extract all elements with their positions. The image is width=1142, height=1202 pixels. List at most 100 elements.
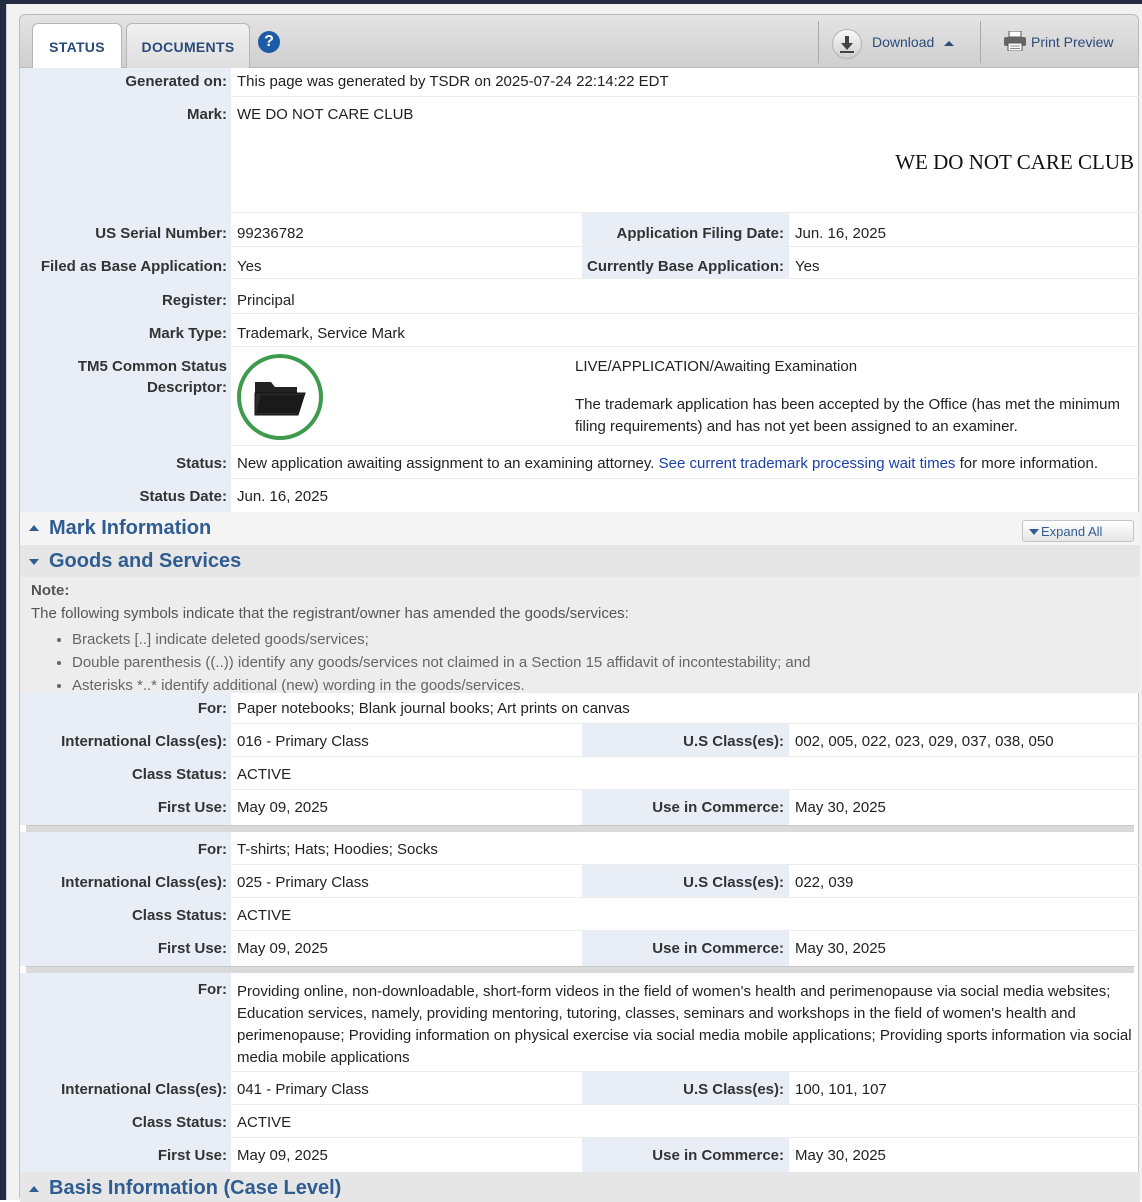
intl-class-label: International Class(es): bbox=[61, 1081, 227, 1098]
use-in-commerce-label: Use in Commerce: bbox=[652, 940, 784, 957]
folder-icon bbox=[237, 354, 323, 440]
register-value: Principal bbox=[237, 292, 295, 309]
row-divider bbox=[231, 1104, 1140, 1105]
mark-drawing-image: WE DO NOT CARE CLUB bbox=[895, 149, 1134, 174]
goods-description: Paper notebooks; Blank journal books; Ar… bbox=[237, 700, 630, 717]
download-icon[interactable] bbox=[832, 29, 862, 59]
tm5-label-line2: Descriptor: bbox=[146, 379, 227, 396]
mark-type-value: Trademark, Service Mark bbox=[237, 325, 405, 342]
current-base-value: Yes bbox=[795, 258, 820, 275]
generated-on-label: Generated on: bbox=[125, 73, 227, 90]
serial-number-value: 99236782 bbox=[237, 225, 304, 242]
mark-information-title: Mark Information bbox=[49, 517, 212, 539]
tab-status[interactable]: STATUS bbox=[32, 23, 122, 69]
note-intro: The following symbols indicate that the … bbox=[31, 605, 629, 622]
status-text: New application awaiting assignment to a… bbox=[237, 455, 655, 472]
row-divider bbox=[231, 346, 1140, 347]
for-label: For: bbox=[197, 981, 227, 998]
intl-class-value: 025 - Primary Class bbox=[237, 874, 369, 891]
collapse-arrow-icon bbox=[29, 1186, 39, 1192]
row-divider bbox=[231, 864, 1140, 865]
tm5-label-line1: TM5 Common Status bbox=[77, 358, 227, 375]
filing-date-label: Application Filing Date: bbox=[616, 225, 785, 242]
download-arrow-icon bbox=[840, 36, 854, 53]
goods-separator bbox=[26, 825, 1134, 832]
row-divider bbox=[231, 96, 1140, 97]
mark-information-header[interactable]: Mark Information bbox=[20, 512, 1140, 545]
for-label: For: bbox=[197, 841, 227, 858]
goods-description: Providing online, non-downloadable, shor… bbox=[237, 983, 1132, 1066]
class-status-value: ACTIVE bbox=[237, 766, 292, 783]
goods-note: Note: The following symbols indicate tha… bbox=[20, 577, 1140, 694]
goods-separator bbox=[26, 966, 1134, 973]
status-date-label: Status Date: bbox=[139, 488, 227, 505]
filed-base-label: Filed as Base Application: bbox=[40, 258, 227, 275]
help-icon[interactable]: ? bbox=[258, 31, 280, 53]
use-in-commerce-value: May 30, 2025 bbox=[795, 799, 886, 816]
tm5-label: TM5 Common Status Descriptor: bbox=[20, 358, 227, 396]
goods-description: T-shirts; Hats; Hoodies; Socks bbox=[237, 841, 438, 858]
first-use-label: First Use: bbox=[157, 940, 227, 957]
us-class-value: 002, 005, 022, 023, 029, 037, 038, 050 bbox=[795, 733, 1054, 750]
intl-class-value: 016 - Primary Class bbox=[237, 733, 369, 750]
basis-information-title: Basis Information (Case Level) bbox=[49, 1177, 342, 1199]
tm5-description: The trademark application has been accep… bbox=[575, 396, 1121, 435]
generated-on-value: This page was generated by TSDR on 2025-… bbox=[237, 73, 669, 90]
tsdr-panel: STATUS DOCUMENTS ? Download Print Previe… bbox=[6, 4, 1142, 1202]
row-divider bbox=[231, 1071, 1140, 1072]
label-column-bg bbox=[20, 973, 231, 1173]
expand-all-button[interactable]: Expand All bbox=[1022, 520, 1134, 542]
row-divider bbox=[231, 313, 1140, 314]
class-status-label: Class Status: bbox=[131, 1114, 227, 1131]
row-divider bbox=[231, 756, 1140, 757]
note-list: Brackets [..] indicate deleted goods/ser… bbox=[20, 628, 810, 697]
row-divider bbox=[231, 478, 1140, 479]
note-item: Double parenthesis ((..)) identify any g… bbox=[72, 651, 810, 674]
expand-all-label: Expand All bbox=[1041, 523, 1103, 539]
us-class-label: U.S Class(es): bbox=[683, 1081, 784, 1098]
row-divider bbox=[231, 445, 1140, 446]
serial-number-label: US Serial Number: bbox=[95, 225, 227, 242]
row-divider bbox=[231, 212, 1140, 213]
use-in-commerce-value: May 30, 2025 bbox=[795, 1147, 886, 1164]
basis-information-header[interactable]: Basis Information (Case Level) bbox=[20, 1172, 1140, 1202]
toolbar-divider bbox=[980, 21, 981, 63]
tab-documents[interactable]: DOCUMENTS bbox=[126, 23, 250, 69]
first-use-label: First Use: bbox=[157, 799, 227, 816]
class-status-label: Class Status: bbox=[131, 766, 227, 783]
goods-services-header[interactable]: Goods and Services bbox=[20, 545, 1140, 578]
toolbar-divider bbox=[818, 21, 819, 63]
print-preview-button[interactable]: Print Preview bbox=[1031, 34, 1113, 50]
status-date-value: Jun. 16, 2025 bbox=[237, 488, 328, 505]
collapse-arrow-icon bbox=[29, 525, 39, 531]
intl-class-label: International Class(es): bbox=[61, 733, 227, 750]
class-status-value: ACTIVE bbox=[237, 1114, 292, 1131]
note-title: Note: bbox=[31, 582, 70, 599]
note-item: Brackets [..] indicate deleted goods/ser… bbox=[72, 628, 810, 651]
wait-times-link[interactable]: See current trademark processing wait ti… bbox=[659, 455, 956, 472]
status-value: New application awaiting assignment to a… bbox=[237, 455, 1137, 472]
first-use-value: May 09, 2025 bbox=[237, 1147, 328, 1164]
row-divider bbox=[231, 246, 1140, 247]
us-class-label: U.S Class(es): bbox=[683, 874, 784, 891]
caret-up-icon bbox=[944, 40, 955, 46]
download-button[interactable]: Download bbox=[872, 34, 955, 50]
us-class-value: 100, 101, 107 bbox=[795, 1081, 887, 1098]
use-in-commerce-label: Use in Commerce: bbox=[652, 799, 784, 816]
current-base-label: Currently Base Application: bbox=[587, 258, 784, 275]
status-label: Status: bbox=[176, 455, 227, 472]
printer-icon[interactable] bbox=[1003, 30, 1027, 52]
for-label: For: bbox=[197, 700, 227, 717]
filing-date-value: Jun. 16, 2025 bbox=[795, 225, 886, 242]
row-divider bbox=[231, 897, 1140, 898]
row-divider bbox=[231, 723, 1140, 724]
mark-type-label: Mark Type: bbox=[148, 325, 227, 342]
goods-services-title: Goods and Services bbox=[49, 550, 242, 572]
first-use-label: First Use: bbox=[157, 1147, 227, 1164]
use-in-commerce-label: Use in Commerce: bbox=[652, 1147, 784, 1164]
intl-class-label: International Class(es): bbox=[61, 874, 227, 891]
filed-base-value: Yes bbox=[237, 258, 262, 275]
expand-arrow-icon bbox=[29, 559, 39, 565]
row-divider bbox=[231, 278, 1140, 279]
row-divider bbox=[231, 789, 1140, 790]
